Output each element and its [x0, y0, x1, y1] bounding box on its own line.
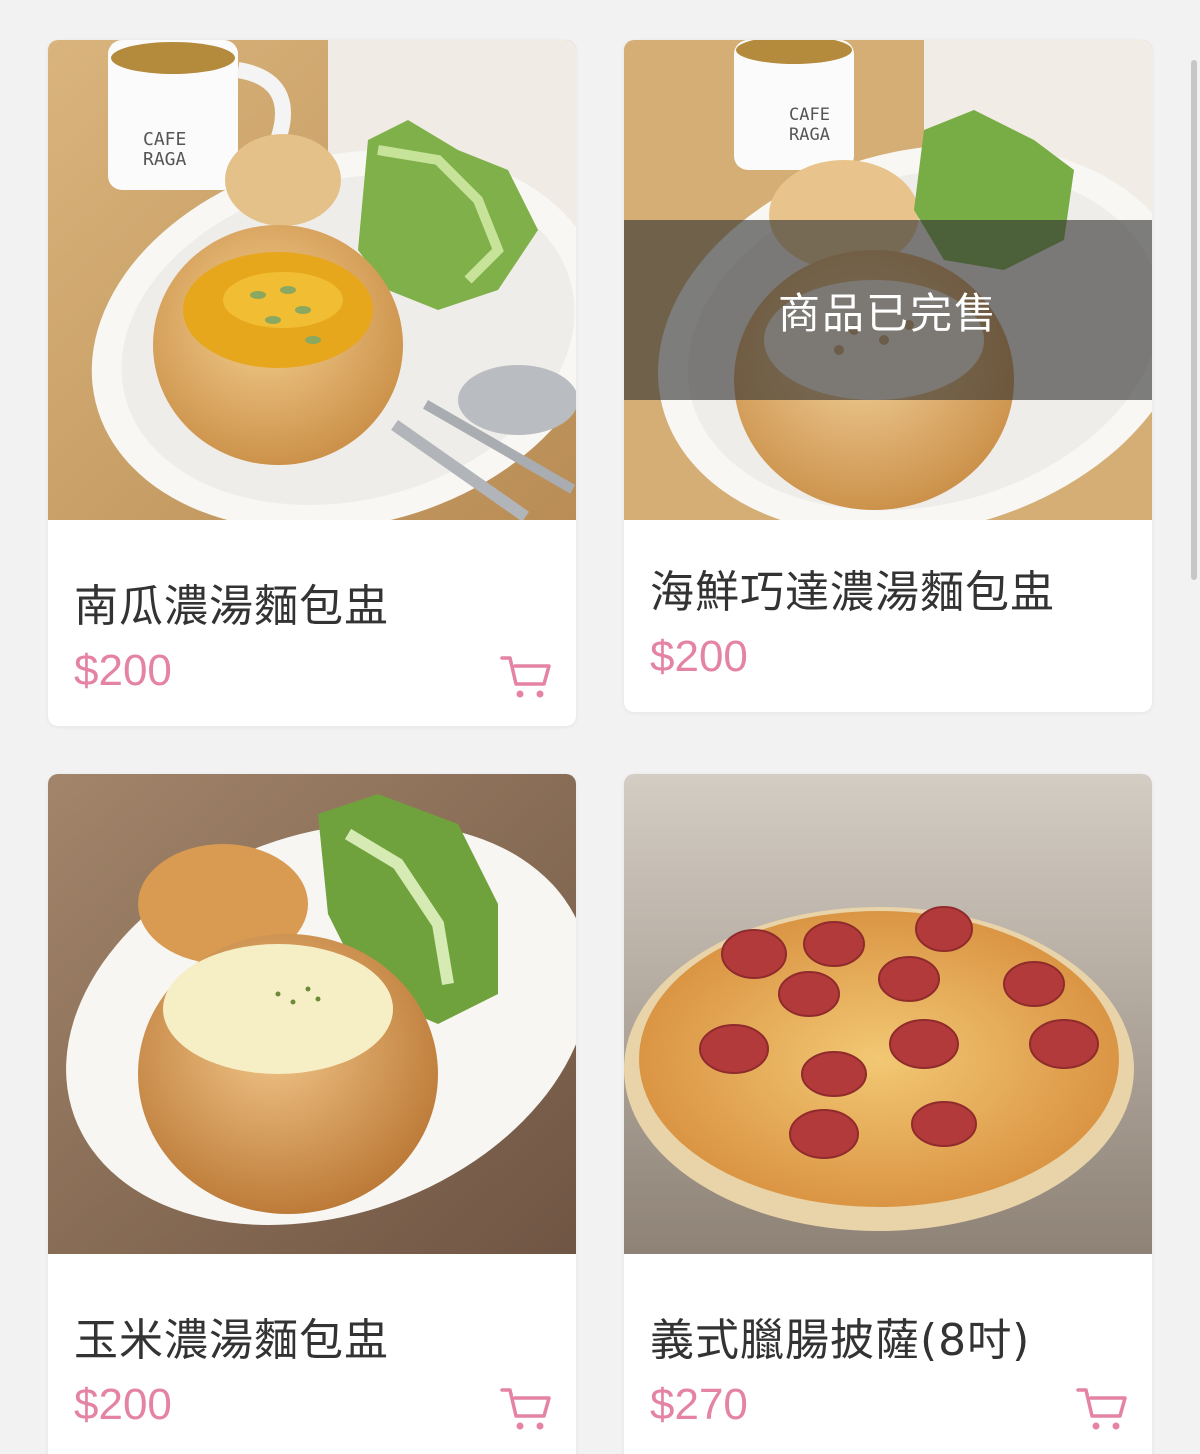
- product-name[interactable]: 海鮮巧達濃湯麵包盅: [650, 556, 1055, 620]
- svg-text:CAFE: CAFE: [789, 105, 830, 125]
- product-card-pizza[interactable]: 義式臘腸披薩(8吋) $270: [624, 774, 1152, 1454]
- svg-text:RAGA: RAGA: [789, 125, 830, 145]
- product-name[interactable]: 義式臘腸披薩(8吋): [650, 1304, 1030, 1368]
- product-card-pumpkin[interactable]: CAFE RAGA 南瓜濃湯麵包盅 $200: [48, 40, 576, 726]
- product-name[interactable]: 南瓜濃湯麵包盅: [74, 570, 389, 634]
- product-price: $200: [650, 632, 748, 681]
- product-card-corn[interactable]: 玉米濃湯麵包盅 $200: [48, 774, 576, 1454]
- product-price: $200: [74, 646, 172, 695]
- sold-out-overlay: 商品已完售: [624, 220, 1152, 400]
- product-card-seafood[interactable]: CAFE RAGA 商品已完售 海鮮巧達濃湯麵包盅 $200: [624, 40, 1152, 712]
- product-image[interactable]: CAFE RAGA 商品已完售: [624, 40, 1152, 520]
- scrollbar[interactable]: [1191, 60, 1197, 580]
- svg-text:RAGA: RAGA: [143, 149, 187, 170]
- cart-icon[interactable]: [500, 654, 552, 700]
- product-grid-page: CAFE RAGA 南瓜濃湯麵包盅 $200 CAFE RAGA 商品已完售 海…: [0, 0, 1200, 1454]
- product-image[interactable]: [48, 774, 576, 1254]
- product-image[interactable]: [624, 774, 1152, 1254]
- product-price: $200: [74, 1380, 172, 1429]
- product-price: $270: [650, 1380, 748, 1429]
- cart-icon[interactable]: [1076, 1386, 1128, 1432]
- product-name[interactable]: 玉米濃湯麵包盅: [74, 1304, 389, 1368]
- cart-icon[interactable]: [500, 1386, 552, 1432]
- svg-text:CAFE: CAFE: [143, 129, 186, 150]
- product-image[interactable]: CAFE RAGA: [48, 40, 576, 520]
